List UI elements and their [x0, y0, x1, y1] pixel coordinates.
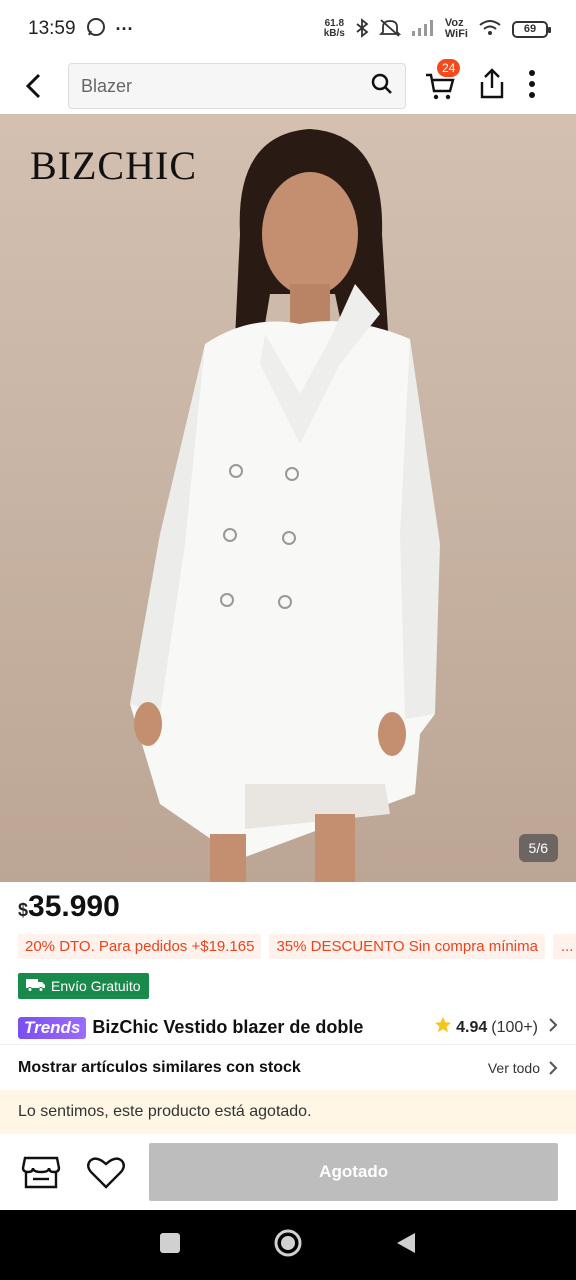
- wifi-icon: [478, 19, 502, 40]
- top-nav: Blazer 24: [0, 58, 576, 114]
- image-counter: 5/6: [518, 834, 558, 862]
- rating-value: 4.94: [456, 1018, 488, 1036]
- status-time: 13:59: [28, 18, 76, 39]
- product-image[interactable]: BIZCHIC 5/6: [0, 114, 576, 882]
- rating[interactable]: 4.94 (100+): [434, 1016, 558, 1039]
- truck-icon: [26, 978, 46, 995]
- net-speed: 61.8 kB/s: [323, 18, 345, 39]
- whatsapp-icon: [86, 17, 106, 42]
- free-shipping-badge: Envío Gratuito: [18, 973, 149, 999]
- price: $ 35.990: [18, 890, 120, 924]
- brand-logo: BIZCHIC: [30, 143, 197, 188]
- mute-icon: [378, 18, 402, 41]
- search-icon[interactable]: [371, 73, 393, 100]
- search-input[interactable]: Blazer: [68, 63, 406, 109]
- android-nav-bar: [0, 1210, 576, 1280]
- see-all-link[interactable]: Ver todo: [488, 1060, 558, 1076]
- promo-tag[interactable]: 20% DTO. Para pedidos +$19.165: [18, 934, 262, 959]
- similar-items-label: Mostrar artículos similares con stock: [18, 1058, 301, 1076]
- sold-out-button[interactable]: Agotado: [149, 1143, 559, 1201]
- bluetooth-icon: [355, 17, 369, 41]
- more-options-icon[interactable]: [528, 69, 536, 104]
- battery-icon: 69: [512, 20, 551, 38]
- chevron-right-icon: [549, 1060, 558, 1075]
- price-value: 35.990: [28, 890, 120, 923]
- share-icon[interactable]: [478, 67, 506, 105]
- wishlist-heart-icon[interactable]: [84, 1149, 130, 1195]
- cart-count-badge: 24: [436, 58, 462, 78]
- back-arrow-icon: [25, 73, 41, 99]
- promo-more[interactable]: ...: [552, 934, 576, 959]
- promo-tag[interactable]: 35% DESCUENTO Sin compra mínima: [269, 934, 545, 959]
- recent-apps-button[interactable]: [159, 1232, 181, 1259]
- shipping-label: Envío Gratuito: [51, 978, 141, 994]
- action-bar: Agotado: [0, 1134, 576, 1210]
- chevron-right-icon[interactable]: [548, 1017, 558, 1038]
- similar-items-row[interactable]: Mostrar artículos similares con stock Ve…: [0, 1044, 576, 1090]
- more-notifications-icon: ···: [115, 18, 134, 39]
- status-bar: 13:59 ··· 61.8 kB/s Voz WiFi 69: [0, 0, 576, 58]
- signal-icon: [411, 19, 435, 40]
- home-button[interactable]: [273, 1228, 303, 1263]
- cart-button[interactable]: 24: [424, 58, 462, 102]
- search-query: Blazer: [81, 75, 133, 96]
- trends-badge: Trends: [18, 1016, 87, 1039]
- store-icon[interactable]: [18, 1149, 64, 1195]
- rating-count: (100+): [491, 1018, 538, 1036]
- price-currency: $: [18, 900, 29, 920]
- voz-wifi-label: Voz WiFi: [444, 17, 468, 40]
- sold-out-notice: Lo sentimos, este producto está agotado.: [0, 1090, 576, 1134]
- promo-row[interactable]: 20% DTO. Para pedidos +$19.165 35% DESCU…: [18, 934, 576, 959]
- star-icon: [434, 1016, 452, 1039]
- back-button[interactable]: [14, 66, 54, 106]
- product-title-row: Trends BizChic Vestido blazer de doble 4…: [18, 1016, 558, 1039]
- product-title: BizChic Vestido blazer de doble: [92, 1017, 364, 1037]
- model-photo: [130, 129, 440, 882]
- back-nav-button[interactable]: [395, 1231, 417, 1260]
